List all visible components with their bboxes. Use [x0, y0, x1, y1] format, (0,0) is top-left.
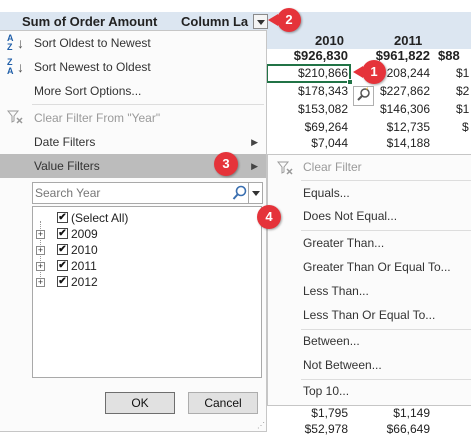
- year-label-2011: 2011: [71, 259, 97, 273]
- fill-handle[interactable]: [347, 79, 353, 85]
- data-cell[interactable]: $69,264: [268, 120, 348, 134]
- clear-filter-icon: [276, 160, 293, 175]
- filter-less-than-or-equal[interactable]: Less Than Or Equal To...: [268, 304, 471, 326]
- grand-total-2011[interactable]: $961,822: [354, 48, 430, 63]
- data-cell[interactable]: $: [462, 120, 471, 134]
- sort-ascending-icon: A Z ↓: [7, 33, 24, 52]
- checkbox-2011[interactable]: ✔: [57, 260, 68, 271]
- row-field-label: Sum of Order Amount: [22, 14, 158, 29]
- clear-filter-from-year[interactable]: Clear Filter From "Year": [0, 106, 266, 130]
- checkbox-2010[interactable]: ✔: [57, 244, 68, 255]
- filter-greater-than-or-equal[interactable]: Greater Than Or Equal To...: [268, 256, 471, 278]
- expand-icon[interactable]: +: [36, 262, 45, 271]
- cancel-button[interactable]: Cancel: [188, 392, 258, 414]
- data-cell[interactable]: $1,149: [354, 406, 430, 420]
- grand-total-2010[interactable]: $926,830: [268, 48, 348, 63]
- selected-cell-border: [266, 64, 351, 83]
- column-labels-filter-dropdown[interactable]: [253, 14, 268, 29]
- expand-icon[interactable]: +: [36, 278, 45, 287]
- less-than-label: Less Than...: [303, 284, 369, 298]
- callout-2: 2: [268, 8, 301, 32]
- filter-top-10[interactable]: Top 10...: [268, 380, 471, 402]
- data-cell[interactable]: $7,044: [268, 136, 348, 150]
- data-cell[interactable]: $1: [456, 102, 471, 116]
- filter-equals[interactable]: Equals...: [268, 182, 471, 204]
- clear-filter-label: Clear Filter From "Year": [34, 111, 161, 125]
- data-cell[interactable]: $12,735: [354, 120, 430, 134]
- data-cell[interactable]: $1,795: [268, 406, 348, 420]
- clear-filter-icon: [6, 109, 23, 127]
- data-cell[interactable]: $14,188: [354, 136, 430, 150]
- submenu-arrow-icon: ▶: [251, 161, 258, 171]
- sort-oldest-to-newest[interactable]: A Z ↓ Sort Oldest to Newest: [0, 31, 266, 55]
- submenu-clear-filter[interactable]: Clear Filter: [268, 156, 471, 178]
- menu-separator: [32, 104, 264, 105]
- date-filters[interactable]: Date Filters ▶: [0, 130, 266, 154]
- ok-button[interactable]: OK: [105, 392, 175, 414]
- resize-grip-icon[interactable]: ⋰: [257, 421, 265, 430]
- grand-total-2012[interactable]: $88: [438, 48, 471, 63]
- autofilter-menu: A Z ↓ Sort Oldest to Newest Z A ↓ Sort Newes…: [0, 30, 267, 432]
- sort-oldest-label: Sort Oldest to Newest: [34, 36, 151, 50]
- sort-newest-label: Sort Newest to Oldest: [34, 60, 151, 74]
- data-cell[interactable]: $153,082: [268, 102, 348, 116]
- data-cell[interactable]: $1: [456, 66, 471, 80]
- sort-descending-icon: Z A ↓: [7, 57, 24, 76]
- year-header-2010: 2010: [315, 33, 344, 48]
- clear-filter-label: Clear Filter: [303, 160, 362, 174]
- callout-4: 4: [257, 205, 281, 229]
- callout-3: 3: [214, 152, 238, 176]
- date-filters-label: Date Filters: [34, 135, 96, 149]
- quick-analysis-icon[interactable]: [353, 86, 374, 106]
- between-label: Between...: [303, 334, 360, 348]
- equals-label: Equals...: [303, 186, 350, 200]
- year-label-2012: 2012: [71, 275, 98, 289]
- checkbox-2012[interactable]: ✔: [57, 276, 68, 287]
- callout-1: 1: [353, 60, 386, 84]
- filter-does-not-equal[interactable]: Does Not Equal...: [268, 205, 471, 227]
- value-filters-label: Value Filters: [34, 159, 100, 173]
- year-header-row: [266, 31, 471, 49]
- greater-than-label: Greater Than...: [303, 236, 385, 250]
- less-than-or-equal-label: Less Than Or Equal To...: [303, 308, 436, 322]
- more-sort-options-label: More Sort Options...: [34, 84, 142, 98]
- sort-newest-to-oldest[interactable]: Z A ↓ Sort Newest to Oldest: [0, 55, 266, 79]
- search-scope-dropdown[interactable]: [248, 182, 263, 204]
- column-labels-header: Column La: [181, 14, 249, 29]
- does-not-equal-label: Does Not Equal...: [303, 209, 398, 223]
- data-cell[interactable]: $52,978: [268, 422, 348, 436]
- filter-between[interactable]: Between...: [268, 330, 471, 352]
- not-between-label: Not Between...: [303, 358, 382, 372]
- top-10-label: Top 10...: [303, 384, 350, 398]
- filter-not-between[interactable]: Not Between...: [268, 354, 471, 376]
- data-cell[interactable]: $66,649: [354, 422, 430, 436]
- more-sort-options[interactable]: More Sort Options...: [0, 79, 266, 103]
- select-all-label: (Select All): [71, 211, 129, 225]
- submenu-arrow-icon: ▶: [251, 137, 258, 147]
- year-checklist: ✔ (Select All) + ✔ 2009 + ✔ 2010 + ✔ 201…: [32, 206, 262, 378]
- data-cell[interactable]: $2: [456, 84, 471, 98]
- greater-than-or-equal-label: Greater Than Or Equal To...: [303, 260, 451, 274]
- year-label-2009: 2009: [71, 227, 98, 241]
- filter-greater-than[interactable]: Greater Than...: [268, 232, 471, 254]
- search-year-box[interactable]: Search Year: [32, 182, 263, 204]
- expand-icon[interactable]: +: [36, 230, 45, 239]
- search-icon[interactable]: [232, 184, 248, 202]
- data-cell[interactable]: $178,343: [268, 84, 348, 98]
- search-input[interactable]: Search Year: [35, 183, 100, 203]
- year-header-2011: 2011: [394, 33, 423, 48]
- checkbox-2009[interactable]: ✔: [57, 228, 68, 239]
- expand-icon[interactable]: +: [36, 246, 45, 255]
- menu-separator: [301, 230, 471, 231]
- checkbox-select-all[interactable]: ✔: [57, 212, 68, 223]
- filter-less-than[interactable]: Less Than...: [268, 280, 471, 302]
- menu-separator: [301, 180, 471, 181]
- value-filters-submenu: Clear Filter Equals... Does Not Equal...…: [267, 154, 471, 406]
- year-label-2010: 2010: [71, 243, 98, 257]
